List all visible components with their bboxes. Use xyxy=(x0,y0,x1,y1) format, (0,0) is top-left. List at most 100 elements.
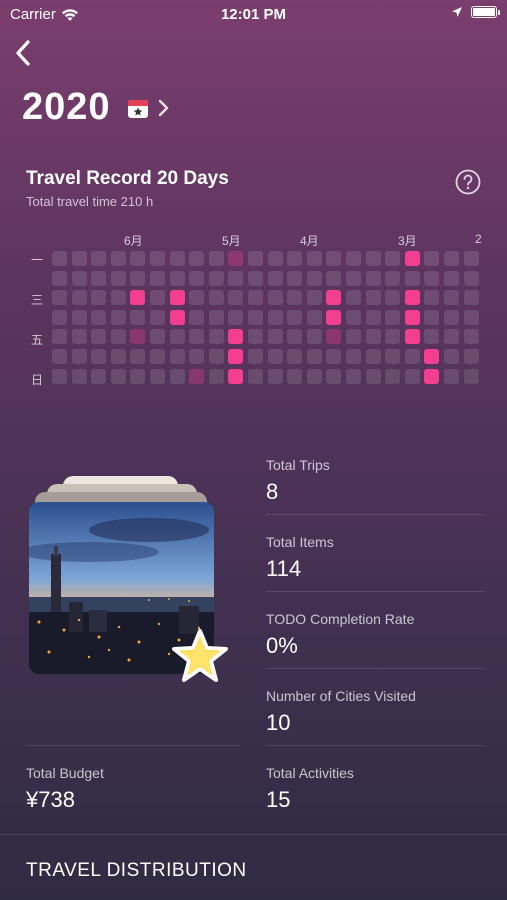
heatmap-cell xyxy=(404,329,420,345)
year-title: 2020 xyxy=(22,86,111,128)
heatmap-cell xyxy=(110,309,126,325)
stat-value: 114 xyxy=(266,556,302,581)
heatmap-cell xyxy=(110,349,126,364)
heatmap-cell xyxy=(463,349,479,364)
heatmap-cell xyxy=(208,290,224,306)
month-label: 5月 xyxy=(222,234,241,248)
heatmap-cell xyxy=(267,349,283,364)
heatmap-cell xyxy=(365,290,381,306)
stat-total-items: Total Items 114 xyxy=(266,534,334,582)
heatmap-cell xyxy=(248,368,263,384)
heatmap-cell xyxy=(130,270,146,286)
heatmap-cell xyxy=(110,368,126,384)
star-badge-icon xyxy=(172,629,228,682)
status-bar: Carrier 12:01 PM xyxy=(0,0,507,28)
heatmap-cell xyxy=(306,309,322,325)
heatmap-cell xyxy=(130,251,146,266)
heatmap-cell xyxy=(444,329,459,345)
heatmap-cell xyxy=(326,251,342,266)
heatmap-cell xyxy=(150,290,165,306)
chevron-left-icon xyxy=(16,40,30,66)
heatmap-cell xyxy=(287,290,303,306)
heatmap-cell xyxy=(385,290,401,306)
heatmap-cell xyxy=(306,349,322,364)
heatmap-cell xyxy=(346,368,361,384)
day-label: 日 xyxy=(31,373,44,387)
heatmap-cell xyxy=(110,251,126,266)
heatmap-cell xyxy=(130,329,146,345)
heatmap-cell xyxy=(385,349,401,364)
stat-cities-visited: Number of Cities Visited 10 xyxy=(266,688,416,736)
heatmap-cell xyxy=(267,270,283,286)
heatmap-cell xyxy=(248,290,263,306)
stat-value: 0% xyxy=(266,633,298,658)
heatmap-cell xyxy=(267,329,283,345)
heatmap-cell xyxy=(326,270,342,286)
heatmap-cell xyxy=(424,309,440,325)
heatmap-cell xyxy=(326,290,342,306)
heatmap-cell xyxy=(110,290,126,306)
heatmap-cell xyxy=(189,290,205,306)
heatmap-cell xyxy=(71,368,87,384)
heatmap-cell xyxy=(248,251,263,266)
divider xyxy=(26,745,240,746)
heatmap-cell xyxy=(404,251,420,266)
heatmap-cell xyxy=(365,368,381,384)
heatmap-cell xyxy=(463,290,479,306)
day-label: 三 xyxy=(31,293,44,307)
heatmap-cell xyxy=(444,270,459,286)
year-selector[interactable]: 2020 xyxy=(22,86,169,129)
heatmap-cell xyxy=(169,251,185,266)
heatmap-cell xyxy=(365,270,381,286)
stat-label: Total Activities xyxy=(266,765,354,781)
heatmap-cell xyxy=(150,309,165,325)
calendar-star-icon[interactable] xyxy=(127,97,149,119)
heatmap-cell xyxy=(150,329,165,345)
heatmap-cell xyxy=(248,329,263,345)
heatmap-cell xyxy=(189,251,205,266)
heatmap-cell xyxy=(287,349,303,364)
heatmap-cell xyxy=(424,349,440,364)
heatmap-cell xyxy=(326,329,342,345)
heatmap-cell xyxy=(71,270,87,286)
month-label: 3月 xyxy=(398,234,417,248)
heatmap-cell xyxy=(228,349,244,364)
heatmap-cell xyxy=(150,349,165,364)
heatmap-cell xyxy=(385,270,401,286)
heatmap-cell xyxy=(208,309,224,325)
back-button[interactable] xyxy=(8,36,38,70)
heatmap-cell xyxy=(444,349,459,364)
travel-record-title: Travel Record 20 Days xyxy=(26,168,229,189)
location-arrow-icon xyxy=(452,7,462,17)
heatmap-cell xyxy=(346,309,361,325)
heatmap-cell xyxy=(189,368,205,384)
heatmap-cell xyxy=(287,251,303,266)
heatmap-cell xyxy=(385,309,401,325)
heatmap-cell xyxy=(130,349,146,364)
heatmap-cell xyxy=(169,309,185,325)
heatmap-cell xyxy=(169,349,185,364)
heatmap-cell xyxy=(91,368,107,384)
heatmap-cell xyxy=(326,309,342,325)
heatmap-cell xyxy=(91,309,107,325)
heatmap-cell xyxy=(444,251,459,266)
heatmap-cell xyxy=(424,329,440,345)
stat-label: Total Trips xyxy=(266,457,330,473)
trip-photo-stack[interactable] xyxy=(29,476,229,686)
chevron-right-icon[interactable] xyxy=(157,99,169,117)
heatmap-cell xyxy=(287,368,303,384)
heatmap-cell xyxy=(189,349,205,364)
heatmap-cell xyxy=(306,329,322,345)
heatmap-cell xyxy=(150,270,165,286)
heatmap-cell xyxy=(267,309,283,325)
stat-value: 15 xyxy=(266,787,291,812)
heatmap-cell xyxy=(228,368,244,384)
heatmap-cell xyxy=(306,368,322,384)
heatmap-cell xyxy=(463,329,479,345)
heatmap-cell xyxy=(287,309,303,325)
question-circle-icon[interactable] xyxy=(455,169,481,195)
heatmap-cell xyxy=(91,290,107,306)
heatmap-cell xyxy=(91,270,107,286)
heatmap-cell xyxy=(52,270,67,286)
heatmap-cell xyxy=(365,349,381,364)
